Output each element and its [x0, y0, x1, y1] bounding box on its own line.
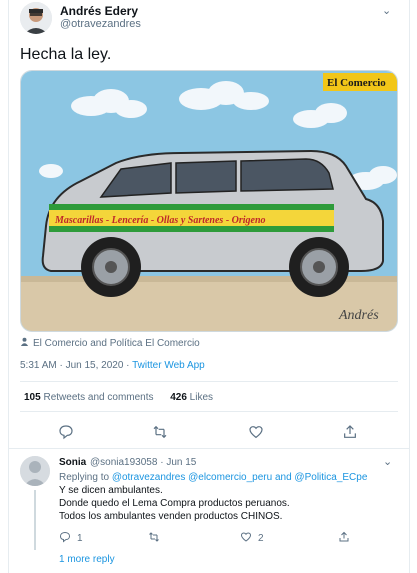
likes-label[interactable]: Likes: [190, 392, 213, 403]
retweet-icon: [148, 531, 160, 546]
reply-reply-count: 1: [77, 533, 83, 544]
replying-to: Replying to @otravezandres @elcomercio_p…: [59, 472, 367, 483]
more-replies-link[interactable]: 1 more reply: [59, 554, 115, 565]
reply-text-line: Y se dicen ambulantes.: [59, 485, 163, 496]
like-icon: [240, 531, 252, 546]
likes-count[interactable]: 426: [170, 392, 187, 403]
retweet-icon[interactable]: [152, 424, 168, 440]
tweet-text: Hecha la ley.: [20, 46, 112, 63]
like-icon[interactable]: [248, 424, 264, 440]
tagged-users[interactable]: El Comercio and Política El Comercio: [20, 337, 200, 349]
reply-more-options-icon[interactable]: ⌄: [383, 455, 392, 468]
replying-handles[interactable]: @otravezandres @elcomercio_peru and @Pol…: [112, 472, 368, 483]
author-avatar[interactable]: [20, 2, 52, 34]
retweets-count[interactable]: 105: [24, 392, 41, 403]
van-banner-text: Mascarillas - Lencería - Ollas y Sartene…: [54, 215, 266, 226]
thread-line: [34, 490, 36, 550]
reply-icon[interactable]: [58, 424, 74, 440]
tweet-timestamp[interactable]: 5:31 AM · Jun 15, 2020 ·: [20, 360, 132, 371]
tweet-source[interactable]: Twitter Web App: [132, 360, 205, 371]
reply-text-line: Donde quedo el Lema Compra productos per…: [59, 498, 290, 509]
reply-share-button[interactable]: [338, 531, 350, 546]
author-name[interactable]: Andrés Edery: [60, 4, 138, 18]
reply-author-name[interactable]: Sonia: [59, 457, 86, 468]
replying-prefix: Replying to: [59, 472, 112, 483]
divider: [20, 381, 398, 382]
reply-reply-button[interactable]: 1: [59, 531, 83, 546]
tweet-image[interactable]: Mascarillas - Lencería - Ollas y Sartene…: [20, 70, 398, 332]
more-options-icon[interactable]: ⌄: [382, 4, 391, 17]
divider: [20, 411, 398, 412]
author-handle[interactable]: @otravezandres: [60, 18, 141, 30]
tagged-text: El Comercio and Política El Comercio: [33, 337, 200, 349]
retweets-label[interactable]: Retweets and comments: [43, 392, 153, 403]
person-icon: [20, 337, 29, 349]
share-icon: [338, 531, 350, 546]
reply-like-count: 2: [258, 533, 264, 544]
divider: [9, 448, 409, 449]
tweet-meta: 5:31 AM · Jun 15, 2020 · Twitter Web App: [20, 360, 205, 371]
reply-retweet-button[interactable]: [148, 531, 160, 546]
share-icon[interactable]: [342, 424, 358, 440]
reply-like-button[interactable]: 2: [240, 531, 264, 546]
reply-icon: [59, 531, 71, 546]
reply-avatar[interactable]: [20, 456, 50, 486]
reply-author-handle[interactable]: @sonia193058 · Jun 15: [90, 457, 196, 468]
reply-text-line: Todos los ambulantes venden productos CH…: [59, 511, 283, 522]
el-comercio-logo: El Comercio: [327, 77, 386, 89]
tweet-stats: 105 Retweets and comments 426 Likes: [24, 392, 213, 403]
artist-signature: Andrés: [338, 308, 379, 323]
